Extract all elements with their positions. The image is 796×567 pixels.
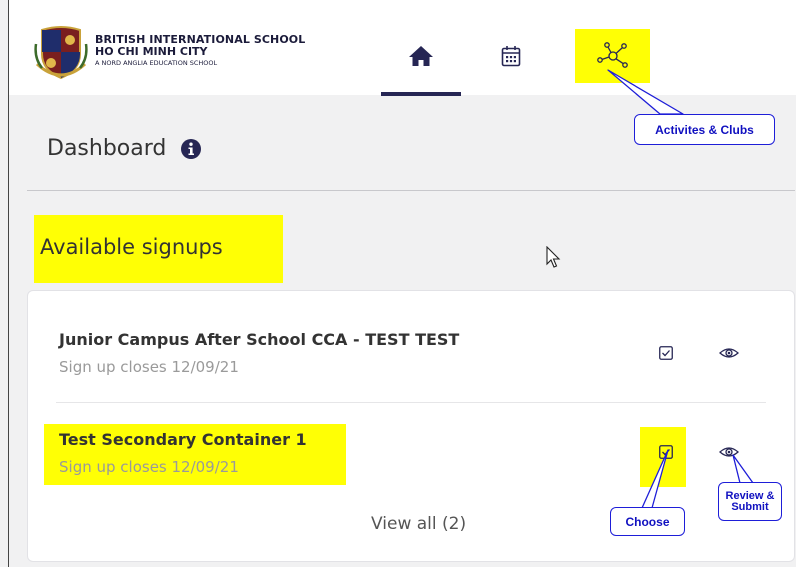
signup-closing-date: Sign up closes 12/09/21 (59, 358, 239, 376)
mouse-cursor-icon (546, 246, 561, 268)
nav-activities-tab[interactable] (575, 29, 650, 83)
checkbox-icon[interactable] (659, 346, 673, 360)
nav-calendar-tab[interactable] (486, 28, 536, 84)
callout-choose-text: Choose (625, 514, 670, 529)
signup-closing-date: Sign up closes 12/09/21 (59, 458, 239, 476)
home-icon (409, 46, 433, 66)
calendar-icon (501, 46, 521, 67)
dashboard-header: Dashboard (47, 136, 202, 161)
view-all-link[interactable]: View all (2) (371, 514, 466, 534)
school-name-line2: HO CHI MINH CITY (95, 45, 208, 58)
section-divider (27, 190, 795, 191)
eye-icon[interactable] (719, 445, 739, 459)
signup-name[interactable]: Junior Campus After School CCA - TEST TE… (59, 330, 459, 349)
callout-activities: Activites & Clubs (634, 114, 775, 145)
signup-name[interactable]: Test Secondary Container 1 (59, 430, 307, 449)
info-icon[interactable] (180, 138, 202, 160)
callout-review-line1: Review & (725, 489, 775, 502)
callout-review-line2: Submit (731, 500, 769, 513)
page-title: Dashboard (47, 136, 167, 161)
active-tab-indicator (381, 92, 461, 96)
nav-home-tab[interactable] (381, 28, 461, 84)
school-tagline: A NORD ANGLIA EDUCATION SCHOOL (95, 59, 218, 67)
available-signups-heading: Available signups (40, 235, 223, 259)
checkbox-icon[interactable] (659, 445, 673, 459)
eye-icon[interactable] (719, 346, 739, 360)
callout-activities-text: Activites & Clubs (655, 122, 754, 137)
list-divider (56, 402, 766, 403)
network-icon (596, 42, 628, 68)
callout-choose: Choose (610, 507, 685, 536)
school-crest-logo[interactable] (34, 24, 88, 80)
callout-review-submit: Review & Submit (718, 482, 782, 521)
school-name: BRITISH INTERNATIONAL SCHOOL HO CHI MINH… (95, 34, 305, 68)
